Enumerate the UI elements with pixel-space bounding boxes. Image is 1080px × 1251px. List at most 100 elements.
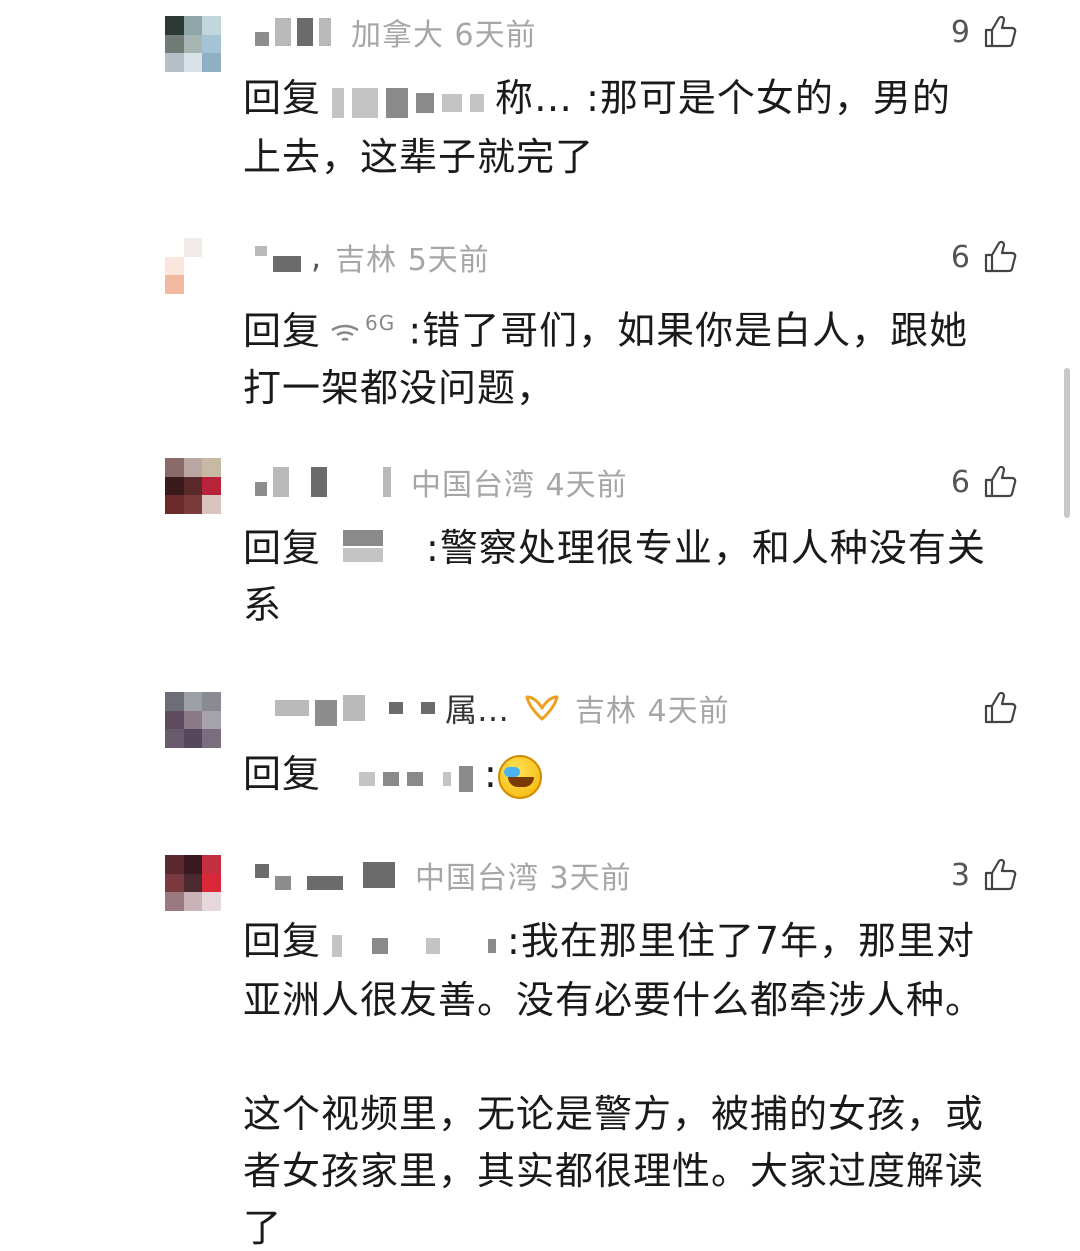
reply-target-suffix: 称… <box>495 76 574 120</box>
comment-text-line: 警察处理很专业，和人种没有关 <box>439 526 986 570</box>
avatar-pixel <box>202 238 221 257</box>
avatar-pixel <box>183 16 203 35</box>
location-time: 吉林 5天前 <box>335 243 490 278</box>
avatar-pixel <box>183 729 203 748</box>
comment-body: 回复:我在那里住了7年，那里对 亚洲人很友善。没有必要什么都牵涉人种。 这个视频… <box>243 913 1033 1251</box>
avatar-pixel <box>202 16 221 35</box>
thumbs-up-icon <box>984 15 1017 48</box>
comment-text-line: 系 <box>243 583 283 627</box>
location-time: 加拿大 6天前 <box>351 18 537 53</box>
avatar-pixel <box>202 495 221 514</box>
comment-body: 回复:警察处理很专业，和人种没有关 系 <box>243 520 1033 634</box>
reply-target-masked[interactable] <box>343 529 391 562</box>
like-button[interactable]: 3 <box>951 853 1020 897</box>
avatar-pixel <box>165 892 184 911</box>
comment-body: 回复 6G :错了哥们，如果你是白人，跟她 打一架都没问题， <box>243 295 1033 417</box>
avatar-pixel <box>165 16 184 35</box>
facepalm-laugh-emoji <box>497 754 542 799</box>
reply-target-masked[interactable] <box>332 72 492 129</box>
avatar[interactable] <box>165 16 221 72</box>
comment-text-line: 上去，这辈子就完了 <box>243 135 595 179</box>
comment-meta: 属… 吉林 4天前 <box>255 686 1020 730</box>
like-count: 6 <box>950 239 970 275</box>
comment-meta: 加拿大 6天前 9 <box>255 10 1020 54</box>
scrollbar[interactable] <box>1064 368 1070 518</box>
avatar-pixel <box>183 710 203 730</box>
avatar-pixel <box>165 729 184 748</box>
username-masked[interactable]: 属… <box>255 686 509 730</box>
avatar-pixel <box>165 495 184 514</box>
avatar-pixel <box>165 710 184 730</box>
avatar[interactable] <box>165 855 221 911</box>
like-button[interactable]: 6 <box>951 235 1020 279</box>
avatar-pixel <box>202 476 221 496</box>
reply-target-masked[interactable] <box>359 748 481 805</box>
comment-text-line: 那可是个女的，男的 <box>599 76 951 120</box>
like-button[interactable] <box>980 686 1020 730</box>
wifi-icon <box>331 324 359 342</box>
avatar-pixel <box>183 34 203 54</box>
avatar-pixel <box>165 855 184 874</box>
avatar-pixel <box>183 855 203 874</box>
avatar-pixel <box>183 238 203 257</box>
avatar-pixel <box>165 34 184 54</box>
avatar-pixel <box>183 873 203 893</box>
avatar-pixel <box>165 873 184 893</box>
reply-target-masked[interactable] <box>332 915 504 972</box>
reply-label: 回复 <box>243 526 322 570</box>
username-masked[interactable] <box>255 853 401 897</box>
comment-body: 回复 称… :那可是个女的，男的 上去，这辈子就完了 <box>243 70 1033 186</box>
location-time: 中国台湾 3天前 <box>415 861 632 896</box>
avatar-pixel <box>183 495 203 514</box>
avatar-pixel <box>202 855 221 874</box>
avatar-pixel <box>183 476 203 496</box>
username-masked[interactable]: , <box>255 235 321 279</box>
username-masked[interactable] <box>255 10 337 54</box>
thumbs-up-icon <box>984 858 1017 891</box>
comment-meta: , 吉林 5天前 6 <box>255 235 1020 279</box>
comment-text-line: 打一架都没问题， <box>243 365 556 410</box>
avatar[interactable] <box>165 692 221 748</box>
avatar[interactable] <box>165 238 221 294</box>
thumbs-up-icon <box>984 240 1017 273</box>
thumbs-up-icon <box>984 465 1017 498</box>
avatar-pixel <box>165 458 184 477</box>
thumbs-up-icon <box>984 691 1017 724</box>
comment-body: 回复: <box>243 746 1033 805</box>
avatar-pixel <box>202 892 221 911</box>
avatar-pixel <box>183 256 203 276</box>
avatar-pixel <box>183 53 203 72</box>
like-button[interactable]: 6 <box>951 460 1020 504</box>
avatar-pixel <box>202 53 221 72</box>
avatar-pixel <box>183 892 203 911</box>
avatar-pixel <box>165 275 184 294</box>
reply-label: 回复 <box>243 308 322 353</box>
comment-meta: 中国台湾 4天前 6 <box>255 460 1020 504</box>
comment-text-line: 了 <box>243 1206 283 1250</box>
like-count: 9 <box>950 14 970 50</box>
avatar-pixel <box>165 692 184 711</box>
like-count: 3 <box>950 857 970 893</box>
avatar-pixel <box>183 458 203 477</box>
reply-label: 回复 <box>243 919 322 963</box>
avatar-pixel <box>202 710 221 730</box>
location-time: 吉林 4天前 <box>575 694 730 729</box>
avatar-pixel <box>183 275 203 294</box>
avatar-pixel <box>202 256 221 276</box>
comment-text-line: 亚洲人很友善。没有必要什么都牵涉人种。 <box>243 978 985 1022</box>
avatar-pixel <box>202 34 221 54</box>
reply-label: 回复 <box>243 752 322 796</box>
username-masked[interactable] <box>255 460 397 504</box>
avatar[interactable] <box>165 458 221 514</box>
avatar-pixel <box>165 256 184 276</box>
reply-label: 回复 <box>243 76 322 120</box>
avatar-pixel <box>165 53 184 72</box>
username-suffix: 属… <box>445 691 510 729</box>
location-time: 中国台湾 4天前 <box>411 468 628 503</box>
avatar-pixel <box>165 476 184 496</box>
comment-meta: 中国台湾 3天前 3 <box>255 853 1020 897</box>
like-button[interactable]: 9 <box>951 10 1020 54</box>
avatar-pixel <box>202 275 221 294</box>
vip-badge-icon <box>525 695 559 721</box>
reply-target-suffix: 6G <box>365 311 396 335</box>
